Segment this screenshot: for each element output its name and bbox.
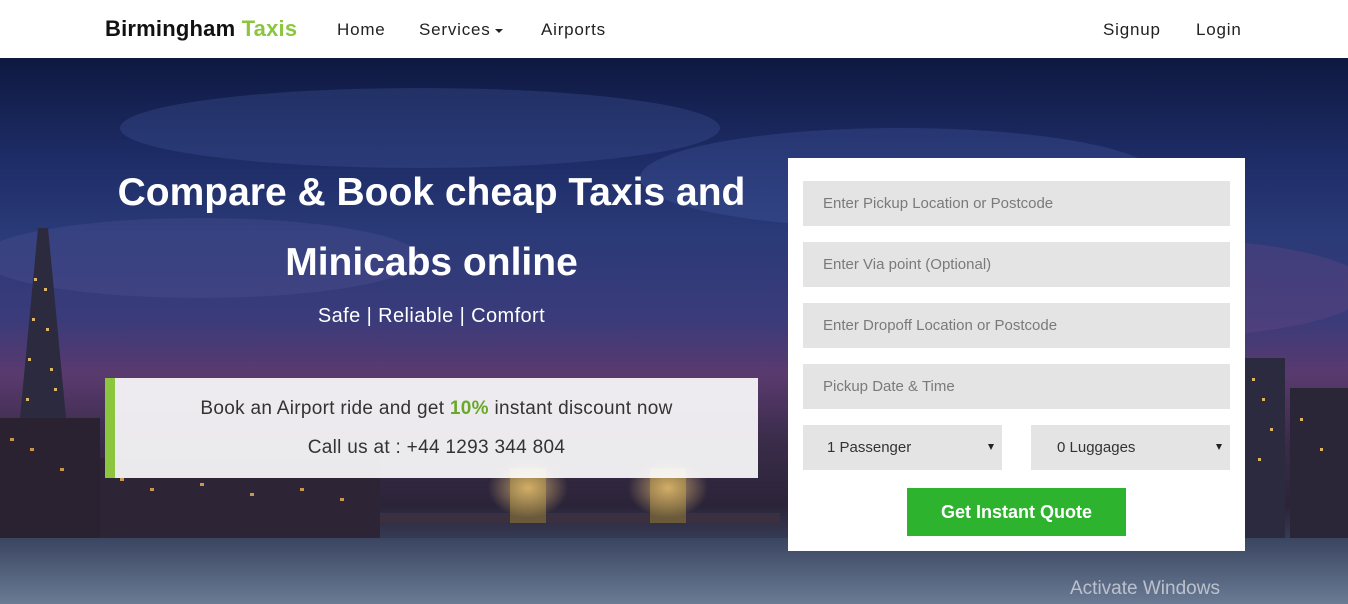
luggages-select[interactable]: 0 Luggages (1031, 425, 1230, 470)
brand-logo[interactable]: Birmingham Taxis (105, 16, 297, 42)
top-navbar: Birmingham Taxis Home Services Airports … (0, 0, 1348, 58)
nav-services[interactable]: Services (419, 20, 503, 40)
nav-login[interactable]: Login (1196, 20, 1242, 40)
promo-discount-line: Book an Airport ride and get 10% instant… (115, 398, 758, 420)
hero-title-line-1: Compare & Book cheap Taxis and (117, 171, 746, 214)
promo-phone: Call us at : +44 1293 344 804 (307, 437, 566, 458)
passengers-select[interactable]: 1 Passenger (803, 425, 1002, 470)
dropoff-location-input[interactable] (803, 303, 1230, 348)
hero-title-line-2: Minicabs online (285, 241, 578, 284)
caret-down-icon (494, 28, 503, 33)
passengers-selected: 1 Passenger (827, 439, 912, 456)
nav-home[interactable]: Home (337, 20, 386, 40)
via-point-input[interactable] (803, 242, 1230, 287)
promo-text-before: Book an Airport ride and get (200, 398, 445, 419)
dropdown-arrow-icon (1216, 444, 1222, 450)
get-instant-quote-button[interactable]: Get Instant Quote (907, 488, 1126, 536)
luggages-selected: 0 Luggages (1057, 439, 1136, 456)
pickup-datetime-input[interactable] (803, 364, 1230, 409)
hero-title: Compare & Book cheap Taxis and Minicabs … (105, 158, 758, 298)
promo-text-after: instant discount now (494, 398, 673, 419)
brand-name: Birmingham (105, 16, 236, 41)
promo-banner: Book an Airport ride and get 10% instant… (105, 378, 758, 478)
activate-windows-watermark: Activate Windows (1070, 578, 1220, 599)
quote-form: 1 Passenger 0 Luggages Get Instant Quote (788, 158, 1245, 551)
nav-services-label: Services (419, 20, 491, 39)
nav-airports[interactable]: Airports (541, 20, 606, 40)
brand-accent: Taxis (241, 16, 298, 41)
hero-tagline: Safe | Reliable | Comfort (317, 305, 546, 327)
nav-signup[interactable]: Signup (1103, 20, 1161, 40)
pickup-location-input[interactable] (803, 181, 1230, 226)
dropdown-arrow-icon (988, 444, 994, 450)
promo-discount: 10% (449, 398, 489, 419)
